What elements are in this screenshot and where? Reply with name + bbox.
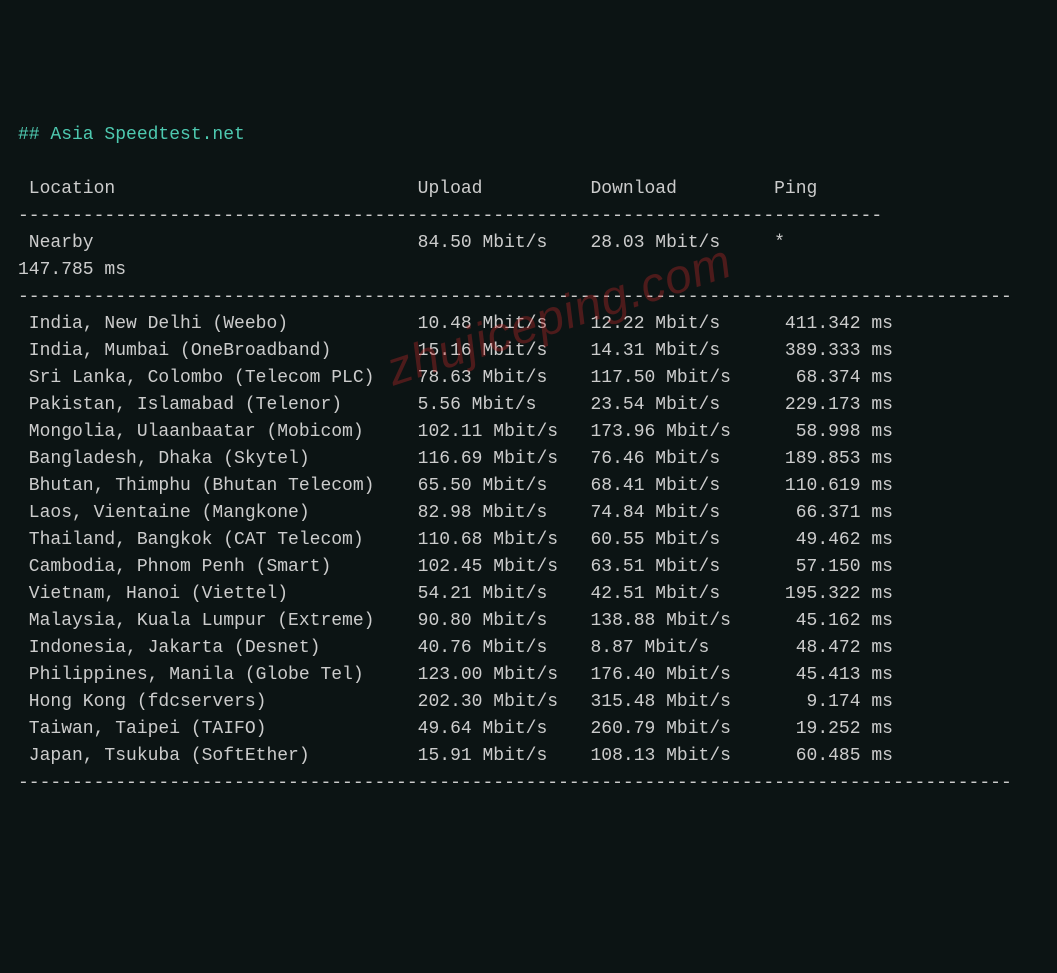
terminal-output: ## Asia Speedtest.net Location Upload Do… — [18, 122, 1039, 797]
section-title: ## Asia Speedtest.net — [18, 125, 245, 145]
